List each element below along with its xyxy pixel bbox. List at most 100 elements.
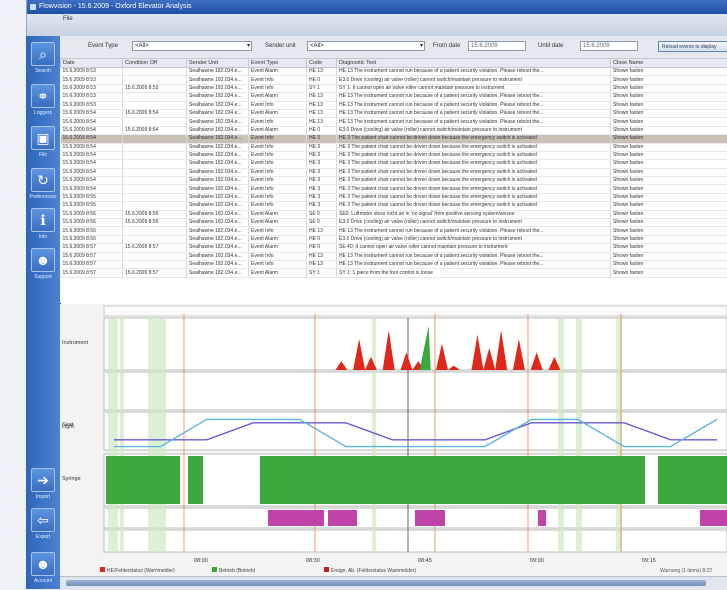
table-row[interactable]: 15.6.2009 8:57Sealhawne 182.034.e...Even… [61,260,727,268]
table-cell: HE 3 [307,193,337,201]
table-row[interactable]: 15.6.2009 8:54Sealhawne 182.034.e...Even… [61,118,727,126]
column-header[interactable]: Sender Unit [187,59,249,68]
panel-label: Instrument [62,340,88,346]
top-ruler [104,306,727,316]
panel [104,318,727,370]
column-header[interactable]: Diagnostic Text [337,59,611,68]
table-cell: 15.6.2009 8:55 [61,193,123,201]
table-row[interactable]: 15.6.2009 8:53Sealhawne 182.034.e...Even… [61,68,727,76]
table-cell: 15.6.2009 8:56 [61,210,123,218]
table-cell: E3.0 Drive (cooling) air valve (roller) … [337,76,611,84]
nav-account-button[interactable]: ☻ [31,552,55,576]
until-date-field[interactable]: 15.6.2009 [580,41,638,51]
table-row[interactable]: 15.6.2009 8:53Sealhawne 182.034.e...Even… [61,93,727,101]
nav-import-button[interactable]: ➔ [31,468,55,492]
table-row[interactable]: 15.6.2009 8:54Sealhawne 182.034.e...Even… [61,160,727,168]
table-row[interactable]: 15.6.2009 8:54Sealhawne 182.034.e...Even… [61,143,727,151]
from-date-field[interactable]: 15.6.2009 [468,41,526,51]
table-row[interactable]: 15.6.2009 8:5315.6.2009 8:53Sealhawne 18… [61,84,727,92]
table-row[interactable]: 15.6.2009 8:5615.6.2009 8:56Sealhawne 18… [61,219,727,227]
table-cell: HE 13 [307,68,337,76]
table-cell: Sealhawne 182.034.e... [187,126,249,134]
table-cell: 15.6.2009 8:56 [123,210,187,218]
table-row[interactable]: 15.6.2009 8:54Sealhawne 182.034.e...Even… [61,151,727,159]
scroll-thumb[interactable] [66,580,706,586]
syringe-bar [700,510,727,526]
table-cell: Shown fasten [611,135,727,143]
table-header: DateCondition OffSender UnitEvent TypeCo… [61,59,727,68]
table-cell: 15.6.2009 8:54 [61,135,123,143]
table-cell: 15.6.2009 8:54 [61,126,123,134]
table-cell: Event Alarm [249,235,307,243]
horizontal-scrollbar[interactable] [60,576,727,590]
table-cell: HE 0 [307,126,337,134]
nav-export-button[interactable]: ⇦ [31,508,55,532]
table-row[interactable]: 15.6.2009 8:55Sealhawne 182.034.e...Even… [61,193,727,201]
table-row[interactable]: 15.6.2009 8:56Sealhawne 182.034.e...Even… [61,235,727,243]
table-cell: Event Info [249,260,307,268]
highlight-band [108,318,118,552]
nav-file-button[interactable]: ▣ [31,126,55,150]
table-row[interactable]: 15.6.2009 8:54Sealhawne 182.034.e...Even… [61,185,727,193]
table-row[interactable]: 15.6.2009 8:54Sealhawne 182.034.e...Even… [61,177,727,185]
table-cell: Shown fasten [611,177,727,185]
menu-bar: File [27,14,727,37]
table-cell: Event Alarm [249,219,307,227]
table-row[interactable]: 15.6.2009 8:5415.6.2009 8:54Sealhawne 18… [61,109,727,117]
nav-info-button[interactable]: ℹ [31,208,55,232]
table-row[interactable]: 15.6.2009 8:53Sealhawne 182.034.e...Even… [61,76,727,84]
table-row[interactable]: 15.6.2009 8:56Sealhawne 182.034.e...Even… [61,227,727,235]
table-cell: HE 13 The instrument cannot run because … [337,118,611,126]
table-row[interactable]: 15.6.2009 8:57Sealhawne 182.034.e...Even… [61,252,727,260]
column-header[interactable]: Condition Off [123,59,187,68]
table-cell: SY 1: It cannot open air valve roller ca… [337,84,611,92]
table-row[interactable]: 15.6.2009 8:5615.6.2009 8:56Sealhawne 18… [61,210,727,218]
column-header[interactable]: Code [307,59,337,68]
table-cell: HE 0 [307,76,337,84]
table-cell: Shown fasten [611,210,727,218]
nav-label: Loggers [26,110,60,116]
table-row[interactable]: 15.6.2009 8:55Sealhawne 182.034.e...Even… [61,202,727,210]
table-cell: SE 40: It cannot open air valve roller c… [337,244,611,252]
nav-loggers-button[interactable]: ⚭ [31,84,55,108]
table-cell: 15.6.2009 8:56 [123,219,187,227]
table-cell: Event Info [249,177,307,185]
table-row[interactable]: 15.6.2009 8:5715.6.2009 8:57Sealhawne 18… [61,244,727,252]
nav-preferences-button[interactable]: ↻ [31,168,55,192]
reload-button[interactable]: Reload events to display [658,41,727,52]
from-date-label: From date [433,43,460,49]
column-header[interactable]: Date [61,59,123,68]
table-row[interactable]: 15.6.2009 8:54Sealhawne 182.034.e...Even… [61,135,727,143]
table-row[interactable]: 15.6.2009 8:54Sealhawne 182.034.e...Even… [61,168,727,176]
table-cell [123,235,187,243]
table-cell: Shown fasten [611,252,727,260]
table-cell: HE 3 [307,177,337,185]
table-row[interactable]: 15.6.2009 8:53Sealhawne 182.034.e...Even… [61,101,727,109]
syringe-bar [268,510,324,526]
table-cell: Event Alarm [249,93,307,101]
table-cell: HE 13 [307,227,337,235]
column-header[interactable]: Close Name [611,59,727,68]
table-cell: 15.6.2009 8:56 [61,219,123,227]
column-header[interactable]: Event Type [249,59,307,68]
nav-search-button[interactable]: ⌕ [31,42,55,66]
table-row[interactable]: 15.6.2009 8:5415.6.2009 8:54Sealhawne 18… [61,126,727,134]
nav-support-button[interactable]: ☻ [31,248,55,272]
table-cell: 15.6.2009 8:57 [61,252,123,260]
table-cell: Sealhawne 182.034.e... [187,260,249,268]
table-cell: Shown fasten [611,101,727,109]
table-row[interactable]: 15.6.2009 8:5715.6.2009 8:57Sealhawne 18… [61,269,727,277]
legend-label: Ereign. Ab. (Fehlerstatus Warnmelder) [331,568,416,574]
table-cell: HE 3 [307,160,337,168]
table-cell: Sealhawne 182.034.e... [187,109,249,117]
table-cell: Shown fasten [611,109,727,117]
sender-select[interactable]: <All>▾ [307,41,425,51]
nav-label: Export [26,534,60,540]
light-bar [106,456,180,504]
menu-file[interactable]: File [63,16,73,22]
table-cell: Event Alarm [249,68,307,76]
table-cell: Sealhawne 182.034.e... [187,227,249,235]
event-type-select[interactable]: <All>▾ [132,41,252,51]
table-cell: SE 0 [307,210,337,218]
event-type-label: Event Type [88,43,118,49]
